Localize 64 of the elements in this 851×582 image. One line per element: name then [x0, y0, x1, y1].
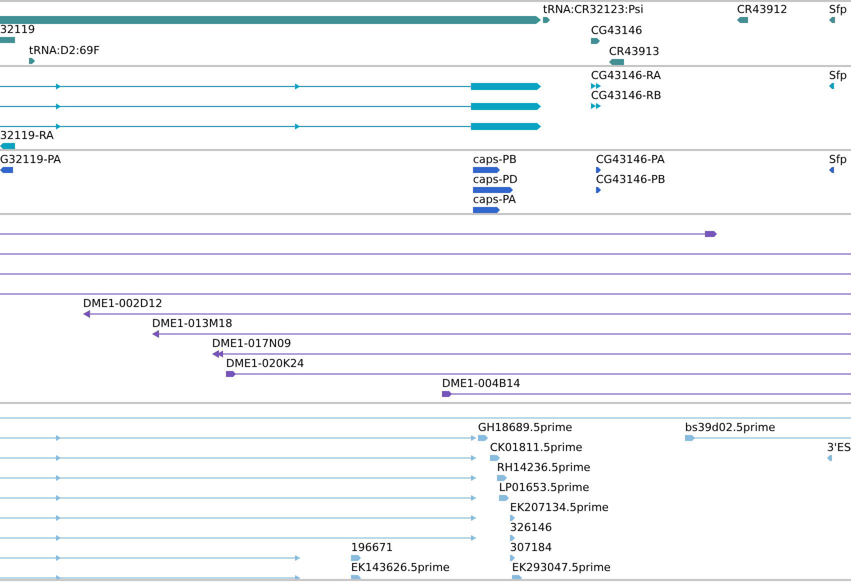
feature-glyph[interactable] — [473, 187, 513, 193]
feature-glyph[interactable] — [591, 83, 601, 89]
feature-label: 32119-RA — [0, 129, 54, 142]
feature-label: DME1-004B14 — [442, 377, 520, 390]
feature-label: GH18689.5prime — [478, 421, 572, 434]
feature-glyph[interactable] — [0, 143, 15, 149]
feature-label: CG43146-PB — [596, 173, 666, 186]
feature-line[interactable] — [442, 390, 851, 398]
feature-label: 3'ES — [827, 441, 851, 454]
feature-label: EK293047.5prime — [512, 561, 611, 574]
feature-label: DME1-020K24 — [226, 357, 304, 370]
feature-glyph[interactable] — [737, 17, 748, 23]
feature-glyph[interactable] — [591, 103, 601, 109]
feature-label: bs39d02.5prime — [685, 421, 776, 434]
feature-line[interactable] — [0, 230, 718, 238]
transcript-drawing[interactable] — [0, 123, 542, 130]
feature-line[interactable] — [0, 271, 851, 277]
feature-glyph[interactable] — [473, 207, 500, 213]
feature-line[interactable] — [212, 350, 851, 358]
feature-label: Sfp — [829, 153, 847, 166]
feature-label: 326146 — [510, 521, 552, 534]
feature-label: G32119-PA — [0, 153, 61, 166]
feature-line[interactable] — [0, 291, 851, 297]
feature-label: CR43912 — [737, 3, 788, 16]
feature-glyph[interactable] — [829, 17, 835, 23]
feature-glyph[interactable] — [596, 187, 601, 193]
feature-label: DME1-002D12 — [83, 297, 162, 310]
feature-label: CG43146-RB — [591, 89, 662, 102]
feature-line[interactable] — [83, 310, 851, 318]
feature-glyph[interactable] — [596, 167, 601, 173]
feature-label: tRNA:CR32123:Psi — [543, 3, 644, 16]
feature-glyph[interactable] — [591, 38, 600, 44]
feature-line[interactable] — [0, 251, 851, 257]
feature-glyph[interactable] — [609, 59, 624, 65]
feature-label: EK143626.5prime — [351, 561, 450, 574]
feature-line[interactable] — [226, 370, 851, 378]
feature-glyph[interactable] — [473, 167, 500, 173]
feature-label: RH14236.5prime — [497, 461, 590, 474]
feature-label: CR43913 — [609, 45, 660, 58]
feature-label: CK01811.5prime — [490, 441, 582, 454]
feature-label: EK207134.5prime — [510, 501, 609, 514]
feature-glyph[interactable] — [829, 167, 834, 173]
feature-label: CG43146-PA — [596, 153, 665, 166]
feature-label: caps-PD — [473, 173, 518, 186]
feature-label: Sfp — [829, 69, 847, 82]
feature-label: 307184 — [510, 541, 552, 554]
feature-label: Sfp — [829, 3, 847, 16]
feature-label: caps-PA — [473, 193, 516, 206]
feature-label: tRNA:D2:69F — [29, 44, 100, 57]
feature-label: CG43146 — [591, 24, 642, 37]
feature-label: DME1-017N09 — [212, 337, 292, 350]
transcript-drawing[interactable] — [0, 83, 542, 90]
feature-glyph[interactable] — [0, 167, 13, 173]
feature-glyph[interactable] — [829, 83, 834, 89]
feature-label: CG43146-RA — [591, 69, 661, 82]
feature-glyph[interactable] — [543, 17, 550, 23]
feature-label: 196671 — [351, 541, 393, 554]
feature-label: DME1-013M18 — [152, 317, 232, 330]
feature-line[interactable] — [152, 330, 851, 338]
transcript-drawing[interactable] — [0, 103, 542, 110]
feature-label: caps-PB — [473, 153, 517, 166]
feature-label: 32119 — [0, 23, 35, 36]
feature-label: LP01653.5prime — [499, 481, 590, 494]
feature-glyph[interactable] — [29, 58, 35, 64]
